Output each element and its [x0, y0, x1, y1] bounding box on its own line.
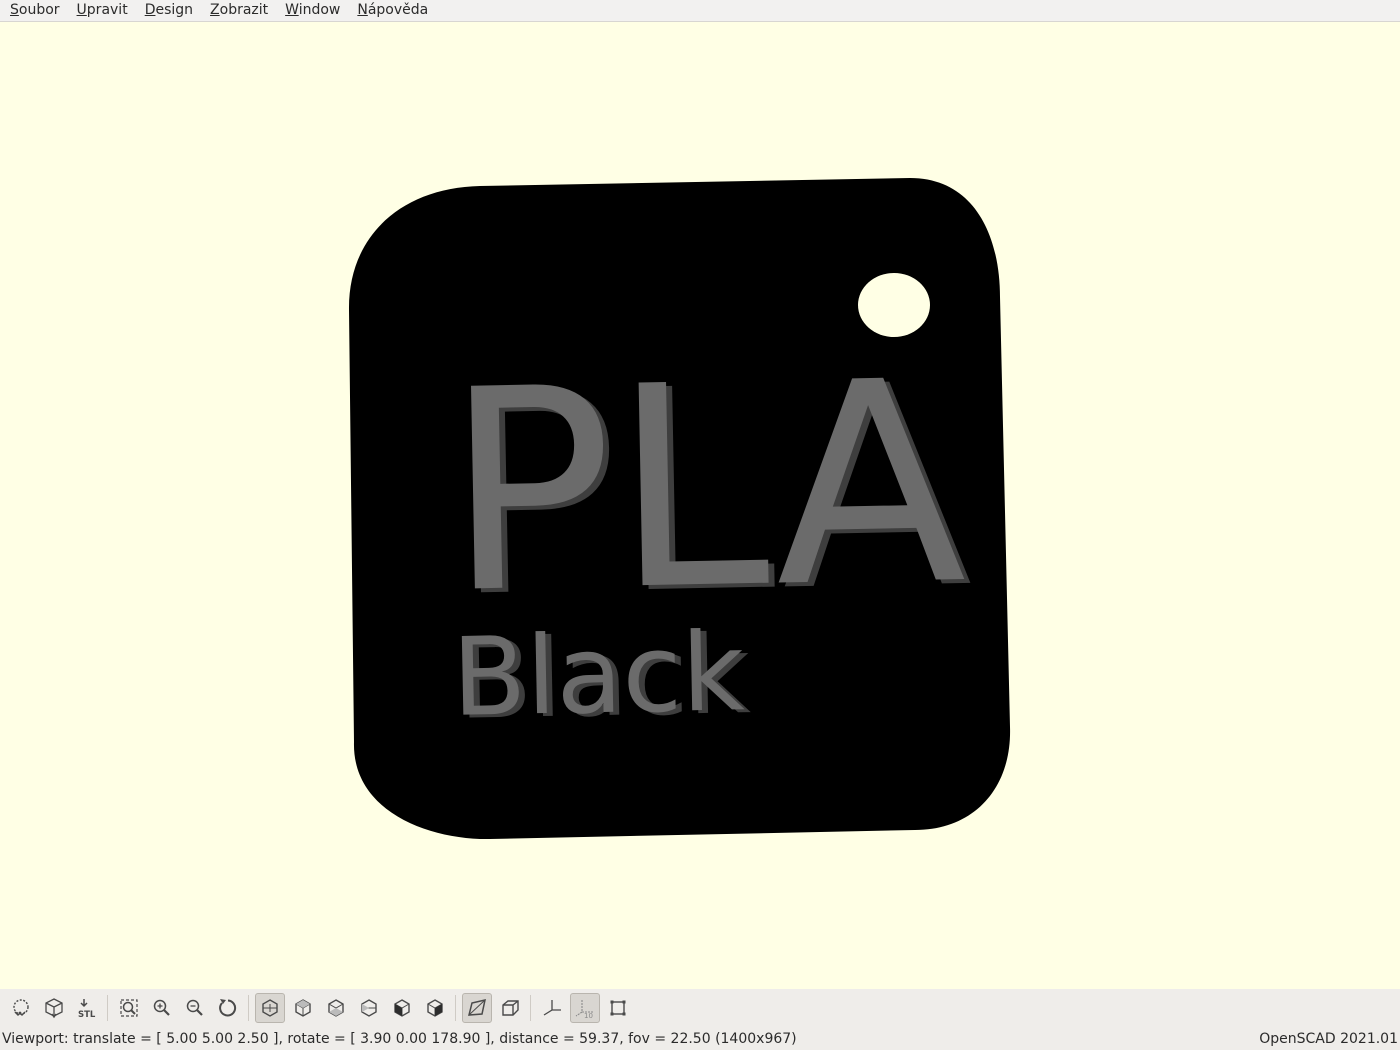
- menu-mnemonic: Z: [210, 1, 220, 18]
- reset-view-button[interactable]: [213, 993, 243, 1023]
- view-diagonal-icon: [261, 999, 278, 1017]
- menu-design[interactable]: Design: [135, 0, 200, 22]
- view-front-icon: [426, 999, 443, 1017]
- show-edges-button[interactable]: [603, 993, 633, 1023]
- view-toolbar: STL 10: [0, 989, 1400, 1027]
- perspective-icon: [467, 999, 486, 1016]
- show-axes-button[interactable]: [537, 993, 567, 1023]
- menu-label-rest: oubor: [18, 1, 60, 18]
- menu-zobrazit[interactable]: Zobrazit: [200, 0, 275, 22]
- menu-mnemonic: N: [357, 1, 368, 18]
- view-diagonal-button[interactable]: [254, 993, 285, 1023]
- toolbar-separator: [248, 995, 249, 1021]
- zoom-in-button[interactable]: [147, 993, 177, 1023]
- show-scale-markers-button[interactable]: 10: [569, 993, 600, 1023]
- preview-icon: [12, 999, 29, 1017]
- menu-mnemonic: D: [144, 1, 156, 18]
- menu-mnemonic: U: [76, 1, 87, 18]
- 3d-viewport[interactable]: PLA PLA Black Black: [0, 22, 1400, 989]
- view-bottom-button[interactable]: [321, 993, 351, 1023]
- view-right-button[interactable]: [387, 993, 417, 1023]
- view-left-icon: [360, 999, 377, 1017]
- show-scale-markers-icon: 10: [575, 1000, 594, 1019]
- show-edges-icon: [610, 1000, 625, 1016]
- menu-label-rest: pravit: [86, 1, 128, 18]
- view-all-icon: [119, 999, 138, 1017]
- preview-button[interactable]: [6, 993, 36, 1023]
- reset-view-icon: [218, 999, 236, 1017]
- view-right-icon: [393, 999, 410, 1017]
- app-version: OpenSCAD 2021.01: [1259, 1030, 1398, 1047]
- menu-label-rest: ápověda: [367, 1, 429, 18]
- rendered-model[interactable]: PLA PLA Black Black: [0, 22, 1400, 989]
- menu-n-pov-da[interactable]: Nápověda: [347, 0, 435, 22]
- view-all-button[interactable]: [114, 993, 144, 1023]
- statusbar: Viewport: translate = [ 5.00 5.00 2.50 ]…: [0, 1027, 1400, 1050]
- menu-label-rest: indow: [298, 1, 341, 18]
- render-button[interactable]: [39, 993, 69, 1023]
- menubar: Soubor Upravit Design Zobrazit Window Nápověd…: [0, 0, 1400, 22]
- view-top-button[interactable]: [288, 993, 318, 1023]
- menu-label-rest: esign: [155, 1, 194, 18]
- export-stl-button[interactable]: STL: [72, 993, 102, 1023]
- view-top-icon: [294, 999, 311, 1017]
- view-front-button[interactable]: [420, 993, 450, 1023]
- main-text: PLA: [443, 321, 969, 655]
- export-stl-icon: STL: [78, 999, 96, 1019]
- toolbar-separator: [455, 995, 456, 1021]
- orthogonal-button[interactable]: [495, 993, 525, 1023]
- menu-mnemonic: S: [10, 1, 19, 18]
- render-icon: [44, 998, 63, 1019]
- menu-mnemonic: W: [285, 1, 299, 18]
- perspective-button[interactable]: [461, 993, 492, 1023]
- menu-soubor[interactable]: Soubor: [0, 0, 67, 22]
- orthogonal-icon: [501, 1000, 519, 1016]
- viewport-status: Viewport: translate = [ 5.00 5.00 2.50 ]…: [2, 1030, 797, 1047]
- scale-label: 10: [584, 1012, 593, 1019]
- zoom-out-button[interactable]: [180, 993, 210, 1023]
- show-axes-icon: [543, 1000, 561, 1016]
- zoom-out-icon: [186, 999, 203, 1016]
- openscad-window: Soubor Upravit Design Zobrazit Window Nápověd…: [0, 0, 1400, 1050]
- sub-text: Black: [451, 610, 746, 741]
- toolbar-separator: [107, 995, 108, 1021]
- menu-window[interactable]: Window: [275, 0, 347, 22]
- menu-upravit[interactable]: Upravit: [67, 0, 135, 22]
- toolbar-separator: [530, 995, 531, 1021]
- main-text-extrusion: PLA PLA: [443, 321, 975, 659]
- stl-label: STL: [78, 1010, 96, 1019]
- view-bottom-icon: [327, 999, 344, 1017]
- view-left-button[interactable]: [354, 993, 384, 1023]
- menu-label-rest: obrazit: [219, 1, 269, 18]
- sub-text-extrusion: Black Black: [451, 610, 752, 743]
- zoom-in-icon: [153, 999, 170, 1016]
